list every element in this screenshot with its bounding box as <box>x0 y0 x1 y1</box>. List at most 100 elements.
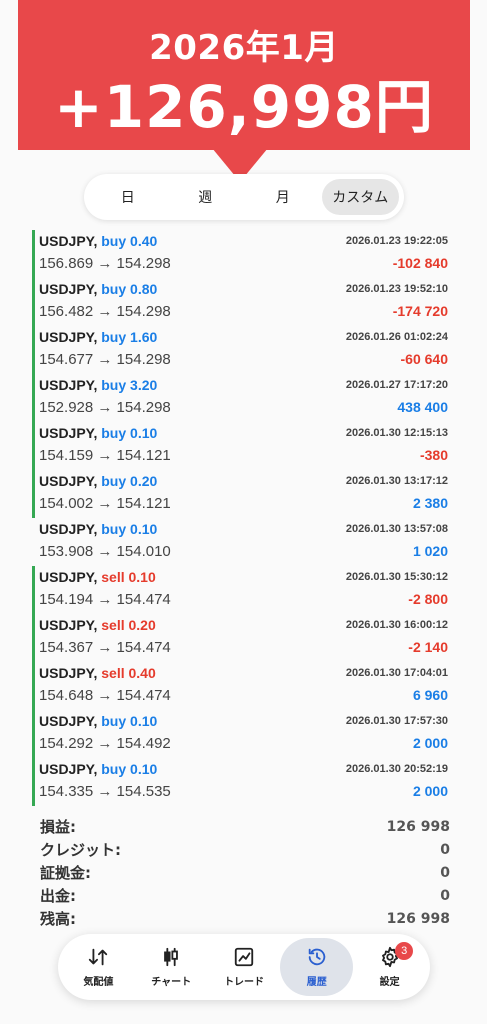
trade-profit: -380 <box>419 447 448 463</box>
trade-profit: 438 400 <box>397 399 448 415</box>
trade-symbol: USDJPY, buy 3.20 <box>39 377 157 393</box>
banner-amount: +126,998円 <box>54 73 434 141</box>
trade-time: 2026.01.30 17:57:30 <box>345 715 448 727</box>
trade-symbol: USDJPY, buy 0.10 <box>39 761 157 777</box>
trade-side: buy <box>101 473 127 489</box>
trade-prices: 154.002 → 154.121 <box>39 495 171 512</box>
trade-profit: 6 960 <box>412 687 448 703</box>
nav-quotes[interactable]: 気配値 <box>62 938 135 996</box>
period-tabs: 日 週 月 カスタム <box>84 174 404 220</box>
trade-row[interactable]: USDJPY, buy 0.10 154.159 → 154.121 2026.01… <box>32 422 454 470</box>
notification-badge: 3 <box>395 942 414 960</box>
trade-volume: 0.10 <box>130 425 158 441</box>
trade-symbol: USDJPY, sell 0.10 <box>39 569 156 585</box>
symbol-text: USDJPY, <box>39 377 98 393</box>
trade-row[interactable]: USDJPY, buy 0.10 154.335 → 154.535 2026.01… <box>32 758 454 806</box>
trade-side: sell <box>101 617 125 633</box>
trade-row[interactable]: USDJPY, buy 0.80 156.482 → 154.298 2026.01… <box>32 278 454 326</box>
nav-label: 気配値 <box>83 977 114 988</box>
quotes-icon <box>89 948 108 966</box>
summary-value: 0 <box>440 887 450 904</box>
trade-time: 2026.01.30 13:57:08 <box>345 523 448 535</box>
summary-value: 126 998 <box>386 818 450 835</box>
nav-history[interactable]: 履歴 <box>280 938 354 996</box>
trade-symbol: USDJPY, buy 0.10 <box>39 521 157 537</box>
symbol-text: USDJPY, <box>39 281 98 297</box>
trade-side: buy <box>101 281 127 297</box>
summary-label: 出金: <box>40 887 76 905</box>
trade-symbol: USDJPY, sell 0.40 <box>39 665 156 681</box>
symbol-text: USDJPY, <box>39 569 98 585</box>
trade-symbol: USDJPY, buy 1.60 <box>39 329 157 345</box>
tab-week[interactable]: 週 <box>167 179 245 215</box>
nav-label: トレード <box>223 977 264 988</box>
trade-symbol: USDJPY, buy 0.40 <box>39 233 157 249</box>
trade-row[interactable]: USDJPY, buy 1.60 154.677 → 154.298 2026.01… <box>32 326 454 374</box>
trade-prices: 156.869 → 154.298 <box>39 255 171 272</box>
promo-banner: 2026年1月 +126,998円 <box>18 0 470 150</box>
trade-time: 2026.01.23 19:22:05 <box>345 235 448 247</box>
trade-prices: 154.367 → 154.474 <box>39 639 171 656</box>
trade-time: 2026.01.30 13:17:12 <box>345 475 448 487</box>
trade-icon <box>234 947 254 967</box>
trade-profit: -60 640 <box>400 351 448 367</box>
symbol-text: USDJPY, <box>39 665 98 681</box>
trade-row[interactable]: USDJPY, sell 0.40 154.648 → 154.474 2026.0… <box>32 662 454 710</box>
trade-side: sell <box>101 569 125 585</box>
summary-label: 残高: <box>40 910 76 928</box>
symbol-text: USDJPY, <box>39 713 98 729</box>
trade-symbol: USDJPY, buy 0.10 <box>39 425 157 441</box>
trade-row[interactable]: USDJPY, sell 0.20 154.367 → 154.474 2026.0… <box>32 614 454 662</box>
trade-volume: 0.40 <box>128 665 156 681</box>
trade-row[interactable]: USDJPY, buy 0.10 154.292 → 154.492 2026.01… <box>32 710 454 758</box>
trade-profit: 1 020 <box>412 543 448 559</box>
summary-value: 126 998 <box>386 910 450 927</box>
trade-time: 2026.01.26 01:02:24 <box>345 331 448 343</box>
symbol-text: USDJPY, <box>39 761 98 777</box>
trade-row[interactable]: USDJPY, buy 3.20 152.928 → 154.298 2026.01… <box>32 374 454 422</box>
trade-side: buy <box>101 521 127 537</box>
nav-chart[interactable]: チャート <box>135 938 208 996</box>
nav-trade[interactable]: トレード <box>208 938 281 996</box>
summary-label: 損益: <box>40 818 76 836</box>
trade-side: buy <box>101 377 127 393</box>
chart-icon <box>164 947 179 967</box>
trade-time: 2026.01.30 17:04:01 <box>345 667 448 679</box>
trade-volume: 0.20 <box>128 617 156 633</box>
trade-prices: 152.928 → 154.298 <box>39 399 171 416</box>
account-summary: 損益: 126 998 クレジット: 0 証拠金: 0 出金: 0 残高: 12… <box>40 815 450 930</box>
trade-symbol: USDJPY, buy 0.80 <box>39 281 157 297</box>
trade-row[interactable]: USDJPY, buy 0.10 153.908 → 154.010 2026.01… <box>32 518 454 566</box>
trade-side: buy <box>101 761 127 777</box>
summary-withdrawal-row: 出金: 0 <box>40 884 450 907</box>
symbol-text: USDJPY, <box>39 473 98 489</box>
summary-deposit-row: 証拠金: 0 <box>40 861 450 884</box>
trade-row[interactable]: USDJPY, buy 0.20 154.002 → 154.121 2026.01… <box>32 470 454 518</box>
trade-profit: -2 800 <box>408 591 448 607</box>
trade-time: 2026.01.30 15:30:12 <box>345 571 448 583</box>
trade-volume: 0.40 <box>130 233 158 249</box>
trade-prices: 154.335 → 154.535 <box>39 783 171 800</box>
tab-custom[interactable]: カスタム <box>321 179 399 215</box>
trade-profit: -2 140 <box>408 639 448 655</box>
symbol-text: USDJPY, <box>39 425 98 441</box>
trade-prices: 154.677 → 154.298 <box>39 351 171 368</box>
trade-profit: 2 380 <box>412 495 448 511</box>
trade-time: 2026.01.27 17:17:20 <box>345 379 448 391</box>
tab-day[interactable]: 日 <box>89 179 167 215</box>
trade-side: buy <box>101 329 127 345</box>
trade-volume: 0.20 <box>130 473 158 489</box>
trade-prices: 154.648 → 154.474 <box>39 687 171 704</box>
summary-value: 0 <box>440 841 450 858</box>
tab-month[interactable]: 月 <box>244 179 322 215</box>
trade-time: 2026.01.30 12:15:13 <box>345 427 448 439</box>
history-icon <box>308 948 326 966</box>
trade-volume: 1.60 <box>130 329 158 345</box>
trade-profit: 2 000 <box>412 783 448 799</box>
summary-label: クレジット: <box>40 841 121 859</box>
nav-settings[interactable]: 3 設定 <box>353 938 426 996</box>
symbol-text: USDJPY, <box>39 329 98 345</box>
trade-row[interactable]: USDJPY, sell 0.10 154.194 → 154.474 2026.0… <box>32 566 454 614</box>
trade-row[interactable]: USDJPY, buy 0.40 156.869 → 154.298 2026.01… <box>32 230 454 278</box>
trade-side: sell <box>101 665 125 681</box>
